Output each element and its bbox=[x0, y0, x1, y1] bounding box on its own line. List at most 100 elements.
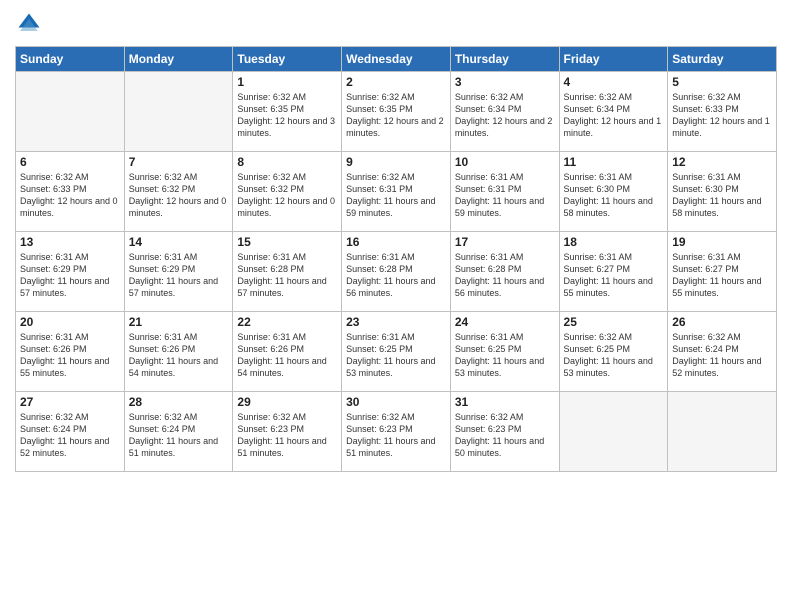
day-number: 5 bbox=[672, 75, 772, 89]
calendar-cell: 9Sunrise: 6:32 AM Sunset: 6:31 PM Daylig… bbox=[342, 152, 451, 232]
cell-info: Sunrise: 6:31 AM Sunset: 6:26 PM Dayligh… bbox=[20, 331, 120, 380]
cell-info: Sunrise: 6:31 AM Sunset: 6:25 PM Dayligh… bbox=[346, 331, 446, 380]
cell-info: Sunrise: 6:32 AM Sunset: 6:23 PM Dayligh… bbox=[346, 411, 446, 460]
cell-info: Sunrise: 6:32 AM Sunset: 6:23 PM Dayligh… bbox=[455, 411, 555, 460]
day-number: 1 bbox=[237, 75, 337, 89]
cell-info: Sunrise: 6:31 AM Sunset: 6:28 PM Dayligh… bbox=[237, 251, 337, 300]
calendar-cell: 6 Sunrise: 6:32 AM Sunset: 6:33 PM Daylig… bbox=[16, 152, 125, 232]
cell-info: Sunrise: 6:31 AM Sunset: 6:29 PM Dayligh… bbox=[20, 251, 120, 300]
cell-info: Sunrise: 6:32 AM Sunset: 6:25 PM Dayligh… bbox=[564, 331, 664, 380]
cell-info: Sunrise: 6:32 AM Sunset: 6:32 PM Dayligh… bbox=[129, 171, 229, 220]
calendar-cell: 10 Sunrise: 6:31 AM Sunset: 6:31 PM Dayli… bbox=[450, 152, 559, 232]
day-number: 31 bbox=[455, 395, 555, 409]
day-number: 28 bbox=[129, 395, 229, 409]
calendar-cell: 24 Sunrise: 6:31 AM Sunset: 6:25 PM Dayli… bbox=[450, 312, 559, 392]
cell-info: Sunrise: 6:32 AM Sunset: 6:34 PM Dayligh… bbox=[455, 91, 555, 140]
week-row-2: 6 Sunrise: 6:32 AM Sunset: 6:33 PM Daylig… bbox=[16, 152, 777, 232]
cell-info: Sunrise: 6:31 AM Sunset: 6:27 PM Dayligh… bbox=[564, 251, 664, 300]
day-number: 24 bbox=[455, 315, 555, 329]
calendar-cell: 17Sunrise: 6:31 AM Sunset: 6:28 PM Dayli… bbox=[450, 232, 559, 312]
calendar-cell: 29Sunrise: 6:32 AM Sunset: 6:23 PM Dayli… bbox=[233, 392, 342, 472]
day-number: 8 bbox=[237, 155, 337, 169]
calendar-cell: 20 Sunrise: 6:31 AM Sunset: 6:26 PM Dayli… bbox=[16, 312, 125, 392]
weekday-header-sunday: Sunday bbox=[16, 47, 125, 72]
day-number: 10 bbox=[455, 155, 555, 169]
day-number: 25 bbox=[564, 315, 664, 329]
calendar-cell bbox=[124, 72, 233, 152]
day-number: 4 bbox=[564, 75, 664, 89]
cell-info: Sunrise: 6:31 AM Sunset: 6:27 PM Dayligh… bbox=[672, 251, 772, 300]
day-number: 9 bbox=[346, 155, 446, 169]
calendar-cell: 7Sunrise: 6:32 AM Sunset: 6:32 PM Daylig… bbox=[124, 152, 233, 232]
cell-info: Sunrise: 6:31 AM Sunset: 6:28 PM Dayligh… bbox=[346, 251, 446, 300]
day-number: 22 bbox=[237, 315, 337, 329]
day-number: 20 bbox=[20, 315, 120, 329]
calendar-table: SundayMondayTuesdayWednesdayThursdayFrid… bbox=[15, 46, 777, 472]
week-row-5: 27 Sunrise: 6:32 AM Sunset: 6:24 PM Dayli… bbox=[16, 392, 777, 472]
weekday-header-monday: Monday bbox=[124, 47, 233, 72]
calendar-cell: 28 Sunrise: 6:32 AM Sunset: 6:24 PM Dayli… bbox=[124, 392, 233, 472]
calendar-cell: 14Sunrise: 6:31 AM Sunset: 6:29 PM Dayli… bbox=[124, 232, 233, 312]
day-number: 6 bbox=[20, 155, 120, 169]
day-number: 18 bbox=[564, 235, 664, 249]
weekday-header-row: SundayMondayTuesdayWednesdayThursdayFrid… bbox=[16, 47, 777, 72]
cell-info: Sunrise: 6:31 AM Sunset: 6:26 PM Dayligh… bbox=[237, 331, 337, 380]
day-number: 27 bbox=[20, 395, 120, 409]
week-row-3: 13 Sunrise: 6:31 AM Sunset: 6:29 PM Dayli… bbox=[16, 232, 777, 312]
calendar-cell: 15 Sunrise: 6:31 AM Sunset: 6:28 PM Dayli… bbox=[233, 232, 342, 312]
cell-info: Sunrise: 6:32 AM Sunset: 6:35 PM Dayligh… bbox=[346, 91, 446, 140]
cell-info: Sunrise: 6:31 AM Sunset: 6:26 PM Dayligh… bbox=[129, 331, 229, 380]
weekday-header-saturday: Saturday bbox=[668, 47, 777, 72]
day-number: 17 bbox=[455, 235, 555, 249]
cell-info: Sunrise: 6:32 AM Sunset: 6:24 PM Dayligh… bbox=[20, 411, 120, 460]
calendar-cell: 4 Sunrise: 6:32 AM Sunset: 6:34 PM Daylig… bbox=[559, 72, 668, 152]
day-number: 19 bbox=[672, 235, 772, 249]
calendar-cell: 12Sunrise: 6:31 AM Sunset: 6:30 PM Dayli… bbox=[668, 152, 777, 232]
cell-info: Sunrise: 6:31 AM Sunset: 6:25 PM Dayligh… bbox=[455, 331, 555, 380]
header bbox=[15, 10, 777, 38]
weekday-header-tuesday: Tuesday bbox=[233, 47, 342, 72]
day-number: 26 bbox=[672, 315, 772, 329]
cell-info: Sunrise: 6:32 AM Sunset: 6:23 PM Dayligh… bbox=[237, 411, 337, 460]
calendar-cell: 30 Sunrise: 6:32 AM Sunset: 6:23 PM Dayli… bbox=[342, 392, 451, 472]
week-row-4: 20 Sunrise: 6:31 AM Sunset: 6:26 PM Dayli… bbox=[16, 312, 777, 392]
calendar-cell: 19 Sunrise: 6:31 AM Sunset: 6:27 PM Dayli… bbox=[668, 232, 777, 312]
logo bbox=[15, 10, 47, 38]
calendar-cell: 16 Sunrise: 6:31 AM Sunset: 6:28 PM Dayli… bbox=[342, 232, 451, 312]
calendar-cell: 3 Sunrise: 6:32 AM Sunset: 6:34 PM Daylig… bbox=[450, 72, 559, 152]
calendar-cell bbox=[559, 392, 668, 472]
week-row-1: 1 Sunrise: 6:32 AM Sunset: 6:35 PM Daylig… bbox=[16, 72, 777, 152]
calendar-cell: 11Sunrise: 6:31 AM Sunset: 6:30 PM Dayli… bbox=[559, 152, 668, 232]
calendar-cell: 18 Sunrise: 6:31 AM Sunset: 6:27 PM Dayli… bbox=[559, 232, 668, 312]
cell-info: Sunrise: 6:31 AM Sunset: 6:30 PM Dayligh… bbox=[564, 171, 664, 220]
day-number: 13 bbox=[20, 235, 120, 249]
day-number: 3 bbox=[455, 75, 555, 89]
cell-info: Sunrise: 6:32 AM Sunset: 6:35 PM Dayligh… bbox=[237, 91, 337, 140]
cell-info: Sunrise: 6:32 AM Sunset: 6:33 PM Dayligh… bbox=[672, 91, 772, 140]
calendar-cell: 27 Sunrise: 6:32 AM Sunset: 6:24 PM Dayli… bbox=[16, 392, 125, 472]
weekday-header-friday: Friday bbox=[559, 47, 668, 72]
day-number: 14 bbox=[129, 235, 229, 249]
cell-info: Sunrise: 6:32 AM Sunset: 6:24 PM Dayligh… bbox=[672, 331, 772, 380]
cell-info: Sunrise: 6:31 AM Sunset: 6:30 PM Dayligh… bbox=[672, 171, 772, 220]
weekday-header-thursday: Thursday bbox=[450, 47, 559, 72]
calendar-cell: 23 Sunrise: 6:31 AM Sunset: 6:25 PM Dayli… bbox=[342, 312, 451, 392]
calendar-cell: 31 Sunrise: 6:32 AM Sunset: 6:23 PM Dayli… bbox=[450, 392, 559, 472]
cell-info: Sunrise: 6:32 AM Sunset: 6:32 PM Dayligh… bbox=[237, 171, 337, 220]
calendar-cell: 26 Sunrise: 6:32 AM Sunset: 6:24 PM Dayli… bbox=[668, 312, 777, 392]
calendar-cell: 1 Sunrise: 6:32 AM Sunset: 6:35 PM Daylig… bbox=[233, 72, 342, 152]
cell-info: Sunrise: 6:32 AM Sunset: 6:34 PM Dayligh… bbox=[564, 91, 664, 140]
cell-info: Sunrise: 6:32 AM Sunset: 6:24 PM Dayligh… bbox=[129, 411, 229, 460]
calendar-cell bbox=[668, 392, 777, 472]
calendar-cell: 13 Sunrise: 6:31 AM Sunset: 6:29 PM Dayli… bbox=[16, 232, 125, 312]
day-number: 15 bbox=[237, 235, 337, 249]
day-number: 16 bbox=[346, 235, 446, 249]
page: SundayMondayTuesdayWednesdayThursdayFrid… bbox=[0, 0, 792, 612]
cell-info: Sunrise: 6:32 AM Sunset: 6:33 PM Dayligh… bbox=[20, 171, 120, 220]
calendar-cell: 5 Sunrise: 6:32 AM Sunset: 6:33 PM Daylig… bbox=[668, 72, 777, 152]
day-number: 21 bbox=[129, 315, 229, 329]
day-number: 30 bbox=[346, 395, 446, 409]
calendar-cell: 21 Sunrise: 6:31 AM Sunset: 6:26 PM Dayli… bbox=[124, 312, 233, 392]
cell-info: Sunrise: 6:31 AM Sunset: 6:31 PM Dayligh… bbox=[455, 171, 555, 220]
day-number: 23 bbox=[346, 315, 446, 329]
